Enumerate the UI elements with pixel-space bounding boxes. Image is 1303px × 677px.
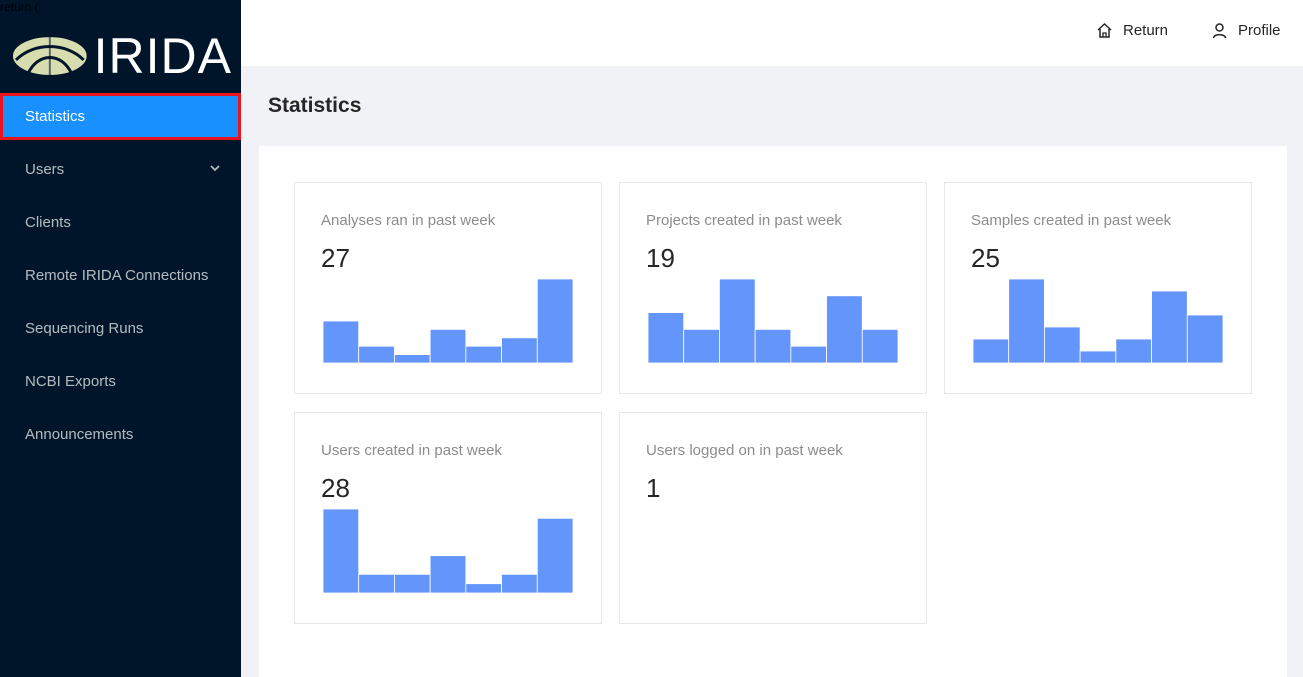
return-label: Return [1123, 22, 1169, 39]
chart-bar [973, 338, 1010, 364]
sidebar-item-clients[interactable]: Clients [0, 199, 241, 246]
profile-link[interactable]: Profile [1211, 22, 1281, 39]
sidebar-item-label: NCBI Exports [25, 373, 116, 390]
sidebar-item-label: Sequencing Runs [25, 320, 144, 337]
stat-card-chart [973, 279, 1223, 364]
stat-card-projects: Projects created in past week 19 [619, 182, 927, 394]
chart-bar [394, 354, 431, 364]
stat-card-value: 28 [321, 473, 350, 503]
irida-logo-icon [10, 35, 89, 77]
stat-card-value: 27 [321, 243, 350, 273]
sidebar-item-sequencing-runs[interactable]: Sequencing Runs [0, 305, 241, 352]
stat-card-chart [323, 509, 573, 594]
brand-name: IRIDA [93, 28, 232, 84]
stat-card-value: 25 [971, 243, 1000, 273]
stat-card-users-created: Users created in past week 28 [294, 412, 602, 624]
chart-bar [323, 320, 360, 364]
profile-label: Profile [1238, 22, 1281, 39]
sidebar-item-label: Announcements [25, 426, 134, 443]
chart-bar [429, 555, 467, 594]
stat-card-samples: Samples created in past week 25 [944, 182, 1252, 394]
chart-bar [1079, 350, 1117, 364]
chart-bar [465, 583, 502, 594]
chart-bar [1115, 338, 1152, 364]
chart-bar [501, 337, 538, 364]
chart-bar [754, 329, 792, 364]
chart-bar [1186, 314, 1223, 364]
chart-bar [501, 573, 538, 594]
sidebar-item-label: Clients [25, 214, 71, 231]
sidebar-item-announcements[interactable]: Announcements [0, 411, 241, 458]
chart-bar [358, 573, 395, 594]
stat-card-title: Users created in past week [321, 442, 502, 459]
home-icon [1097, 22, 1112, 38]
stat-card-users-logged-on: Users logged on in past week 1 [619, 412, 927, 624]
page-title: Statistics [268, 94, 362, 117]
debug-text: return ( [0, 0, 39, 14]
brand-logo[interactable]: IRIDA [10, 28, 232, 84]
chart-bar [826, 295, 863, 364]
sidebar-item-users[interactable]: Users [0, 146, 241, 193]
top-header: Return Profile [241, 0, 1303, 66]
return-link[interactable]: Return [1096, 22, 1168, 39]
sidebar-item-label: Statistics [25, 108, 86, 125]
chart-bar [394, 573, 431, 594]
sidebar-item-label: Users [25, 161, 65, 178]
stat-card-title: Projects created in past week [646, 212, 842, 229]
sidebar-item-remote-irida-connections[interactable]: Remote IRIDA Connections [0, 252, 241, 299]
chart-bar [465, 345, 502, 364]
stat-card-analyses: Analyses ran in past week 27 [294, 182, 602, 394]
chart-bar [429, 329, 467, 364]
stat-card-value: 1 [646, 473, 661, 503]
statistics-content: Analyses ran in past week 27 Projects cr… [259, 146, 1287, 677]
sidebar: IRIDA Statistics Users Clients Remote IR… [0, 0, 241, 677]
sidebar-item-label: Remote IRIDA Connections [25, 267, 209, 284]
chart-bar [861, 329, 898, 364]
chart-bar [536, 517, 573, 594]
chevron-down-icon [210, 165, 220, 172]
sidebar-menu: Statistics Users Clients Remote IRIDA Co… [0, 93, 241, 464]
stat-card-chart [648, 509, 898, 595]
chart-bar [536, 279, 573, 364]
stat-card-title: Users logged on in past week [646, 442, 843, 459]
chart-bar [1008, 279, 1045, 364]
chart-bar [790, 345, 827, 364]
stat-card-title: Samples created in past week [971, 212, 1172, 229]
user-icon [1212, 23, 1227, 39]
stat-card-title: Analyses ran in past week [321, 212, 496, 229]
sidebar-item-ncbi-exports[interactable]: NCBI Exports [0, 358, 241, 405]
chart-bar [1044, 326, 1081, 364]
chart-bar [648, 312, 685, 364]
chart-bar [683, 329, 720, 364]
chart-bar [358, 345, 395, 364]
stat-card-chart [648, 279, 898, 364]
stat-card-value: 19 [646, 243, 675, 273]
chart-bar [1151, 290, 1188, 364]
sidebar-item-statistics[interactable]: Statistics [0, 93, 241, 140]
chart-bar [323, 509, 360, 594]
stat-card-chart [323, 279, 573, 364]
chart-bar [719, 279, 756, 364]
